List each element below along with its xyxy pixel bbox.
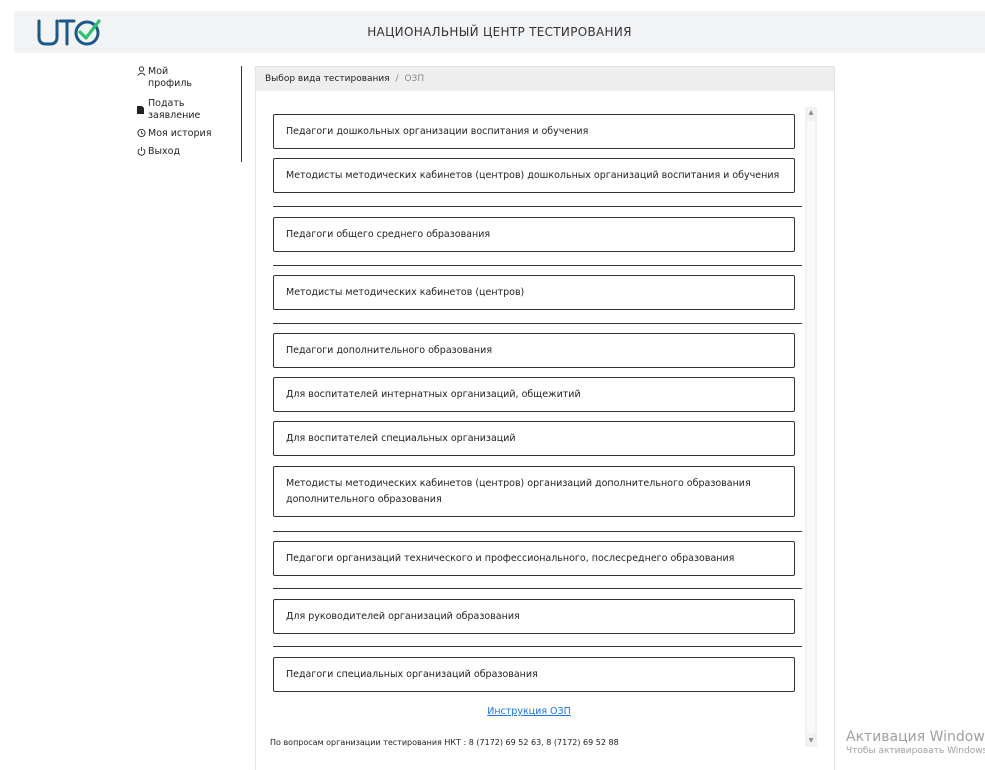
scroll-thumb[interactable] [807,121,815,733]
sidebar-item-apply[interactable]: Подать заявление [137,98,208,122]
scroll-down-arrow-icon[interactable]: ▼ [805,735,817,747]
option-special-educators[interactable]: Для воспитателей специальных организаций [273,421,795,456]
breadcrumb-parent[interactable]: Выбор вида тестирования [265,74,390,84]
option-secondary-teachers[interactable]: Педагоги общего среднего образования [273,217,795,252]
option-education-leaders[interactable]: Для руководителей организаций образовани… [273,599,795,634]
vertical-scrollbar[interactable]: ▲ ▼ [805,107,817,747]
option-additional-education-methodists[interactable]: Методисты методических кабинетов (центро… [273,466,795,517]
user-icon [137,66,147,80]
sidebar-item-history[interactable]: Моя история [137,128,211,142]
top-header: НАЦИОНАЛЬНЫЙ ЦЕНТР ТЕСТИРОВАНИЯ [14,11,985,53]
breadcrumb: Выбор вида тестирования / ОЗП [256,67,834,91]
option-preschool-teachers[interactable]: Педагоги дошкольных организации воспитан… [273,114,795,149]
group-divider [273,646,802,647]
group-divider [273,206,802,207]
option-technical-vocational-teachers[interactable]: Педагоги организаций технического и проф… [273,541,795,576]
option-additional-education-teachers[interactable]: Педагоги дополнительного образования [273,333,795,368]
history-icon [137,128,147,142]
test-selection-panel: Выбор вида тестирования / ОЗП Педагоги д… [255,66,835,770]
sidebar-nav: Мой профиль Подать заявление Моя история… [137,66,242,162]
group-divider [273,323,802,324]
sidebar-item-profile[interactable]: Мой профиль [137,66,208,90]
option-preschool-methodists[interactable]: Методисты методических кабинетов (центро… [273,158,795,193]
scroll-up-arrow-icon[interactable]: ▲ [805,107,817,119]
group-divider [273,588,802,589]
site-title: НАЦИОНАЛЬНЫЙ ЦЕНТР ТЕСТИРОВАНИЯ [367,25,632,39]
option-methodists[interactable]: Методисты методических кабинетов (центро… [273,275,795,310]
sidebar-item-label: Моя история [148,128,212,139]
sidebar-item-label: Подать заявление [148,98,201,121]
watermark-title: Активация Windows [846,729,985,745]
instruction-link[interactable]: Инструкция ОЗП [256,706,802,717]
power-icon [137,146,147,160]
windows-activation-watermark: Активация Windows Чтобы активировать Win… [846,729,985,756]
breadcrumb-separator: / [395,74,399,84]
document-icon [137,98,147,118]
group-divider [273,265,802,266]
sidebar-item-label: Мой профиль [148,66,193,89]
sidebar-item-label: Выход [148,146,181,157]
group-divider [273,531,802,532]
options-list: Педагоги дошкольных организации воспитан… [256,91,822,770]
contact-info: По вопросам организации тестирования НКТ… [270,738,619,747]
sidebar-item-logout[interactable]: Выход [137,146,180,160]
option-special-organization-teachers[interactable]: Педагоги специальных организаций образов… [273,657,795,692]
watermark-subtitle: Чтобы активировать Windows [846,746,985,756]
option-boarding-educators[interactable]: Для воспитателей интернатных организаций… [273,377,795,412]
breadcrumb-current: ОЗП [404,74,425,84]
